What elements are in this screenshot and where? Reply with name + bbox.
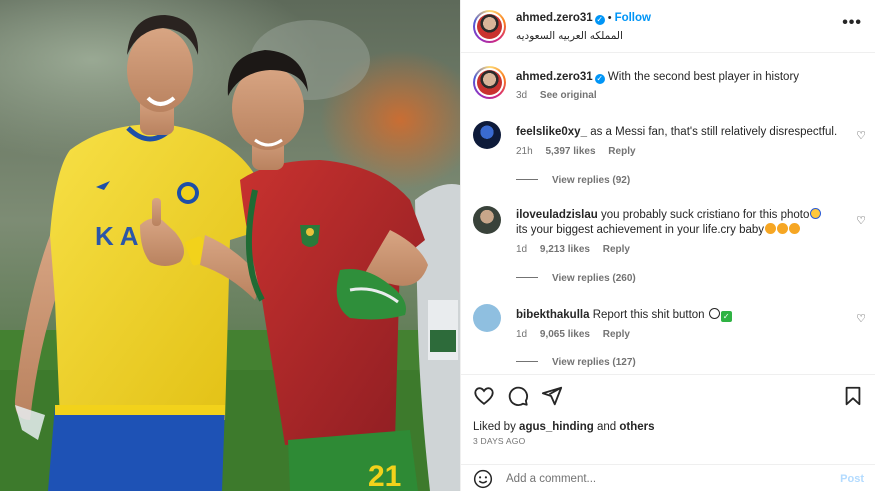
view-replies-button[interactable]: View replies (127) bbox=[516, 357, 636, 368]
comment-likes[interactable]: 9,065 likes bbox=[540, 329, 590, 340]
caption-avatar[interactable] bbox=[473, 66, 506, 99]
liked-by-others-link[interactable]: others bbox=[619, 421, 654, 433]
comment-bubble-icon[interactable] bbox=[507, 385, 529, 407]
radio-button-emoji-icon bbox=[708, 308, 720, 319]
share-send-icon[interactable] bbox=[541, 385, 563, 407]
comment-composer: Post bbox=[461, 464, 875, 491]
shorts-number-text: 21 bbox=[368, 460, 401, 491]
caption-username[interactable]: ahmed.zero31 bbox=[516, 71, 593, 83]
comment-like-heart-icon[interactable]: ♡ bbox=[856, 214, 866, 227]
save-bookmark-icon[interactable] bbox=[842, 385, 864, 407]
pensive-face-emoji-icon bbox=[765, 223, 777, 234]
liked-by-prefix: Liked by bbox=[473, 421, 516, 433]
comment-text-line2: its your biggest achievement in your lif… bbox=[516, 224, 765, 236]
see-original-link[interactable]: See original bbox=[540, 90, 597, 101]
comment-avatar[interactable] bbox=[473, 206, 501, 234]
verified-badge-icon: ✓ bbox=[594, 74, 605, 84]
comment-username[interactable]: iloveuladzislau bbox=[516, 209, 598, 221]
post-location[interactable]: المملكه العربيه السعوديه bbox=[516, 30, 623, 42]
comment-avatar[interactable] bbox=[473, 304, 501, 332]
follow-button[interactable]: Follow bbox=[615, 12, 651, 24]
comment-age: 1d bbox=[516, 329, 528, 340]
separator-dot: • bbox=[607, 12, 612, 24]
post-comment-button[interactable]: Post bbox=[840, 473, 864, 485]
comment-like-heart-icon[interactable]: ♡ bbox=[856, 312, 866, 325]
comment-text: as a Messi fan, that's still relatively … bbox=[590, 126, 838, 138]
comment-like-heart-icon[interactable]: ♡ bbox=[856, 129, 866, 142]
post-actions: Liked by agus_hinding and others 3 DAYS … bbox=[461, 374, 875, 464]
like-heart-icon[interactable] bbox=[473, 385, 495, 407]
more-options-icon[interactable]: ••• bbox=[842, 14, 862, 32]
comment-text: you probably suck cristiano for this pho… bbox=[601, 209, 810, 221]
comment-item: iloveuladzislau you probably suck cristi… bbox=[473, 206, 868, 288]
post-photo-image: KAF 21 bbox=[0, 0, 460, 491]
view-replies-button[interactable]: View replies (260) bbox=[516, 273, 636, 284]
instagram-post-view: KAF 21 ahmed.zero31 ✓ • Follow المملكه ا… bbox=[0, 0, 875, 491]
comment-likes[interactable]: 5,397 likes bbox=[545, 146, 595, 157]
comment-text: Report this shit button bbox=[592, 309, 705, 321]
comment-username[interactable]: feelslike0xy_ bbox=[516, 126, 587, 138]
caption-age: 3d bbox=[516, 90, 528, 101]
author-username[interactable]: ahmed.zero31 bbox=[516, 12, 593, 24]
comment-age: 21h bbox=[516, 146, 533, 157]
comment-item: bibekthakulla Report this shit button ✓ … bbox=[473, 304, 868, 373]
liked-by-summary: Liked by agus_hinding and others bbox=[473, 421, 655, 433]
post-detail-panel: ahmed.zero31 ✓ • Follow المملكه العربيه الس… bbox=[460, 0, 875, 491]
add-comment-input[interactable] bbox=[506, 470, 806, 488]
post-photo[interactable]: KAF 21 bbox=[0, 0, 460, 491]
check-mark-emoji-icon: ✓ bbox=[720, 311, 732, 322]
comment-avatar[interactable] bbox=[473, 121, 501, 149]
comment-item: feelslike0xy_ as a Messi fan, that's sti… bbox=[473, 121, 868, 191]
pensive-face-emoji-icon bbox=[777, 223, 789, 234]
crying-face-emoji-icon bbox=[810, 208, 822, 219]
reply-button[interactable]: Reply bbox=[608, 146, 635, 157]
comments-list[interactable]: ahmed.zero31 ✓ With the second best playe… bbox=[461, 54, 875, 373]
post-timestamp[interactable]: 3 DAYS AGO bbox=[473, 436, 525, 446]
caption-item: ahmed.zero31 ✓ With the second best playe… bbox=[473, 66, 868, 106]
author-avatar[interactable] bbox=[473, 10, 506, 43]
emoji-picker-icon[interactable] bbox=[473, 469, 493, 489]
reply-button[interactable]: Reply bbox=[603, 244, 630, 255]
reply-button[interactable]: Reply bbox=[603, 329, 630, 340]
post-header: ahmed.zero31 ✓ • Follow المملكه العربيه الس… bbox=[461, 0, 875, 53]
comment-likes[interactable]: 9,213 likes bbox=[540, 244, 590, 255]
comment-age: 1d bbox=[516, 244, 528, 255]
comment-username[interactable]: bibekthakulla bbox=[516, 309, 590, 321]
liked-by-and: and bbox=[597, 421, 617, 433]
liked-by-user-link[interactable]: agus_hinding bbox=[519, 421, 594, 433]
view-replies-button[interactable]: View replies (92) bbox=[516, 175, 630, 186]
caption-text: With the second best player in history bbox=[607, 71, 800, 83]
verified-badge-icon: ✓ bbox=[594, 15, 605, 25]
pensive-face-emoji-icon bbox=[789, 223, 801, 234]
